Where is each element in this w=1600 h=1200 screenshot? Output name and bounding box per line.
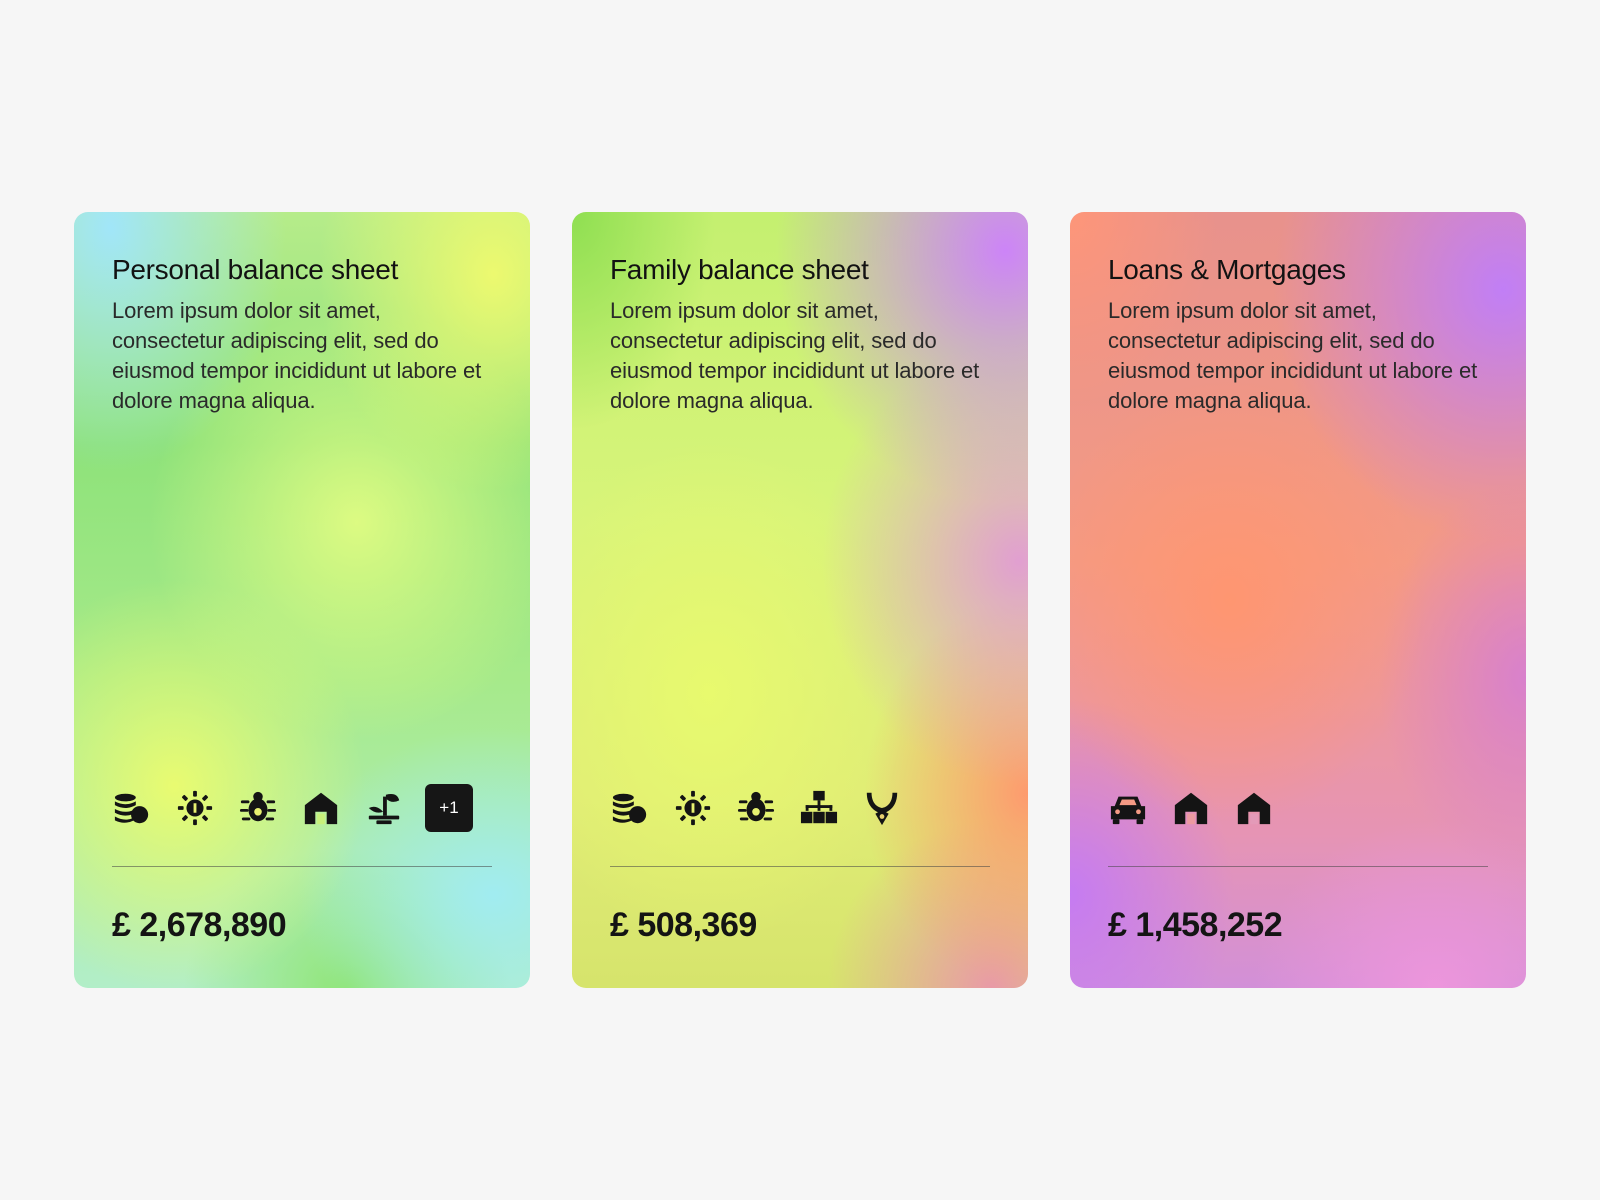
card-description: Lorem ipsum dolor sit amet, consectetur … xyxy=(1108,298,1478,413)
card-amount: £ 2,678,890 xyxy=(112,906,287,944)
sun-coin-icon xyxy=(673,788,713,828)
house-icon xyxy=(301,788,341,828)
card-title: Family balance sheet xyxy=(610,254,869,285)
coins-icon xyxy=(610,788,650,828)
car-icon xyxy=(1108,788,1148,828)
divider xyxy=(610,866,990,867)
card-title: Personal balance sheet xyxy=(112,254,399,285)
more-assets-badge[interactable]: +1 xyxy=(425,784,473,832)
card-amount: £ 1,458,252 xyxy=(1108,906,1283,944)
asset-icon-row: +1 xyxy=(112,784,473,832)
card-personal-balance-sheet[interactable]: Personal balance sheet Lorem ipsum dolor… xyxy=(74,212,530,988)
card-description: Lorem ipsum dolor sit amet, consectetur … xyxy=(112,298,482,413)
bug-icon xyxy=(238,788,278,828)
sun-coin-icon xyxy=(175,788,215,828)
divider xyxy=(1108,866,1488,867)
house-icon xyxy=(1171,788,1211,828)
coins-icon xyxy=(112,788,152,828)
card-family-balance-sheet[interactable]: Family balance sheet Lorem ipsum dolor s… xyxy=(572,212,1028,988)
divider xyxy=(112,866,492,867)
asset-icon-row xyxy=(1108,784,1297,832)
card-amount: £ 508,369 xyxy=(610,906,757,944)
hierarchy-icon xyxy=(799,788,839,828)
asset-icon-row xyxy=(610,784,925,832)
balance-sheet-cards: Personal balance sheet Lorem ipsum dolor… xyxy=(0,0,1600,1200)
bug-icon xyxy=(736,788,776,828)
house-icon xyxy=(1234,788,1274,828)
necklace-icon xyxy=(862,788,902,828)
sapling-icon xyxy=(364,788,404,828)
card-description: Lorem ipsum dolor sit amet, consectetur … xyxy=(610,298,980,413)
card-title: Loans & Mortgages xyxy=(1108,254,1346,285)
card-loans-mortgages[interactable]: Loans & Mortgages Lorem ipsum dolor sit … xyxy=(1070,212,1526,988)
